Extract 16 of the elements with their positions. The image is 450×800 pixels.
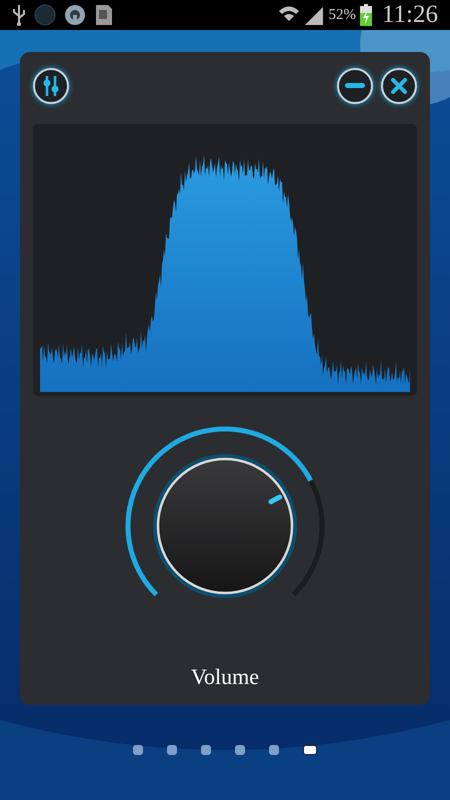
equalizer-button[interactable]: [33, 68, 69, 104]
volume-knob[interactable]: [153, 454, 297, 598]
close-button[interactable]: [381, 68, 417, 104]
sd-card-icon: [94, 4, 114, 26]
volume-label: Volume: [190, 664, 260, 690]
battery-percent: 52%: [328, 6, 356, 24]
signal-icon: [304, 5, 324, 25]
minimize-button[interactable]: [337, 68, 373, 104]
app-icon: [34, 4, 56, 26]
minus-icon: [345, 83, 365, 89]
app-icon: [64, 4, 86, 26]
close-icon: [390, 77, 408, 95]
battery-icon: [360, 4, 372, 26]
usb-icon: [12, 4, 26, 26]
clock: 11:26: [382, 1, 438, 29]
sliders-icon: [41, 75, 61, 97]
